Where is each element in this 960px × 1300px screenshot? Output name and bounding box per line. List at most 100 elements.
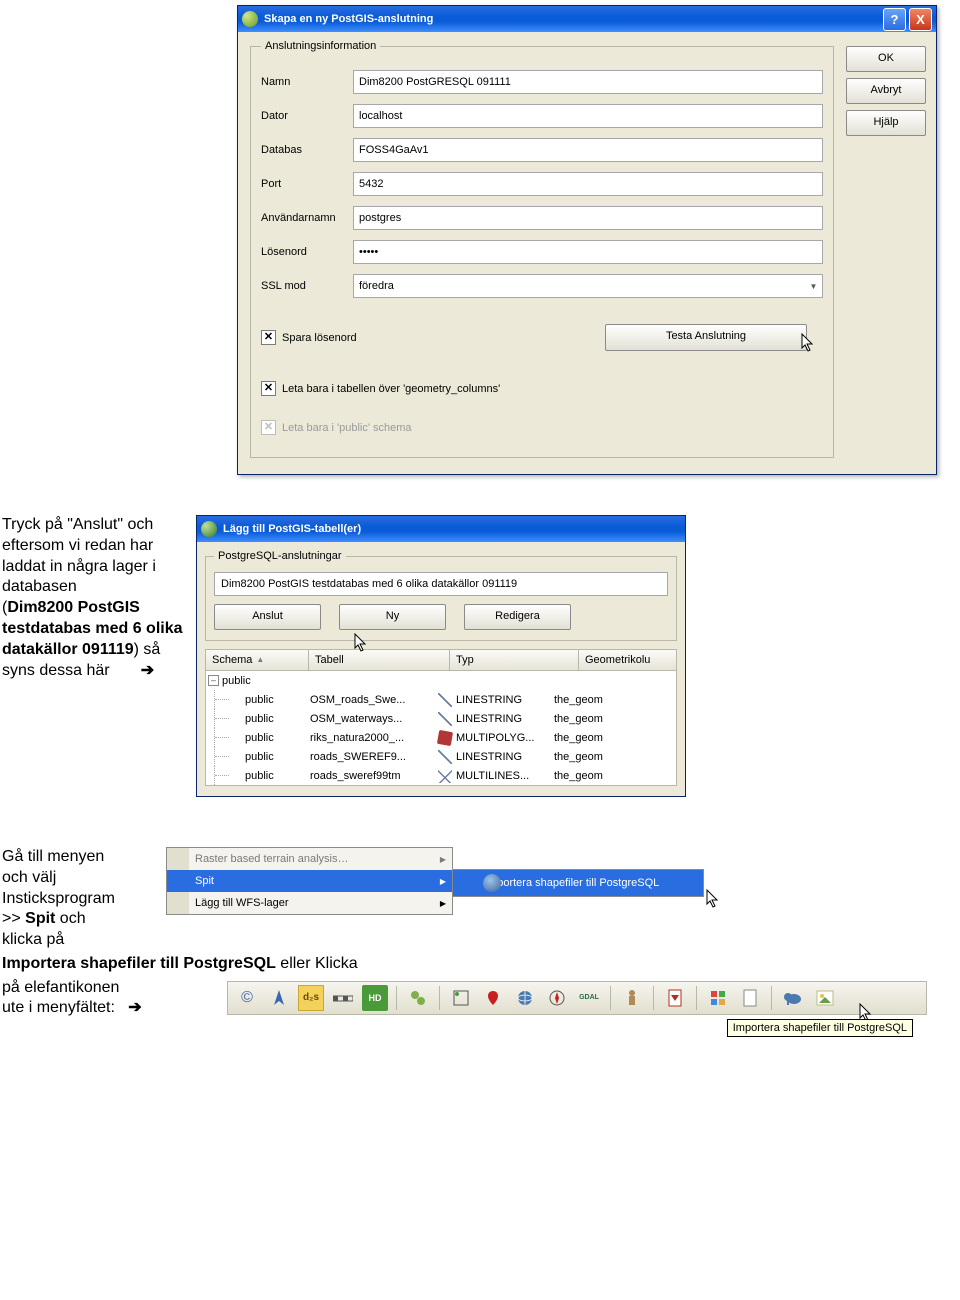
geometry-columns-label: Leta bara i tabellen över 'geometry_colu… [282, 383, 500, 395]
info-icon[interactable] [448, 985, 474, 1011]
dialog-buttons: OK Avbryt Hjälp [846, 40, 926, 458]
elephant-icon [483, 874, 501, 892]
connection-select[interactable]: Dim8200 PostGIS testdatabas med 6 olika … [214, 572, 668, 596]
d2s-icon[interactable]: d₂s [298, 985, 324, 1011]
chevron-down-icon: ▼ [805, 275, 822, 297]
table-row[interactable]: public riks_natura2000_... MULTIPOLYG...… [206, 728, 676, 747]
table-row[interactable]: public OSM_roads_Swe... LINESTRING the_g… [206, 690, 676, 709]
label-port: Port [261, 178, 353, 190]
label-ssl: SSL mod [261, 280, 353, 292]
titlebar[interactable]: Lägg till PostGIS-tabell(er) [197, 516, 685, 542]
submenu-arrow-icon: ▶ [440, 855, 446, 864]
public-schema-label: Leta bara i 'public' schema [282, 422, 412, 434]
cursor-icon [801, 333, 817, 355]
ssl-mode-select[interactable]: föredra ▼ [353, 274, 823, 298]
qgis-toolbar: © d₂s HD GDAL [227, 981, 927, 1015]
host-input[interactable] [353, 104, 823, 128]
port-input[interactable] [353, 172, 823, 196]
spit-submenu: Importera shapefiler till PostgreSQL [452, 869, 704, 897]
qgis-icon [201, 521, 217, 537]
instruction-text-2: Gå till menyen och välj Insticksprogram … [0, 847, 166, 951]
col-schema[interactable]: Schema▲ [206, 650, 309, 671]
col-tabell[interactable]: Tabell [309, 650, 450, 671]
instruction-text-3b: på elefantikonen ute i menyfältet: ➔ [2, 979, 227, 1017]
image-icon[interactable] [812, 985, 838, 1011]
copyright-icon[interactable]: © [234, 985, 260, 1011]
ok-button[interactable]: OK [846, 46, 926, 72]
label-host: Dator [261, 110, 353, 122]
plugins-menu: Raster based terrain analysis…▶ Spit▶ Lä… [166, 847, 453, 915]
edit-button[interactable]: Redigera [464, 604, 571, 630]
connect-button[interactable]: Anslut [214, 604, 321, 630]
save-password-checkbox[interactable]: ✕ [261, 330, 276, 345]
help-icon[interactable]: ? [883, 8, 906, 31]
help-button[interactable]: Hjälp [846, 110, 926, 136]
file-icon[interactable] [737, 985, 763, 1011]
plugin-icon[interactable] [405, 985, 431, 1011]
qgis-icon [242, 11, 258, 27]
connection-info-fieldset: Anslutningsinformation Namn Dator Databa… [250, 40, 834, 458]
label-user: Användarnamn [261, 212, 353, 224]
save-password-label: Spara lösenord [282, 332, 357, 344]
linestring-icon [438, 750, 452, 764]
table-row[interactable]: public roads_sweref99tm MULTILINES... th… [206, 766, 676, 785]
new-button[interactable]: Ny [339, 604, 446, 630]
hd-icon[interactable]: HD [362, 985, 388, 1011]
arrow-right-icon: ➔ [128, 999, 141, 1016]
cancel-button[interactable]: Avbryt [846, 78, 926, 104]
multiline-icon [438, 769, 452, 783]
north-arrow-icon[interactable] [266, 985, 292, 1011]
pin-icon[interactable] [480, 985, 506, 1011]
instruction-text-1: Tryck på "Anslut" och eftersom vi redan … [0, 515, 196, 797]
submenu-arrow-icon: ▶ [440, 877, 446, 886]
globe-icon[interactable] [512, 985, 538, 1011]
titlebar[interactable]: Skapa en ny PostGIS-anslutning ? X [238, 6, 936, 32]
postgis-connection-dialog: Skapa en ny PostGIS-anslutning ? X Anslu… [237, 5, 937, 475]
menu-item-raster[interactable]: Raster based terrain analysis…▶ [167, 848, 452, 870]
add-postgis-tables-dialog: Lägg till PostGIS-tabell(er) PostgreSQL-… [196, 515, 686, 797]
password-input[interactable] [353, 240, 823, 264]
fieldset-legend: PostgreSQL-anslutningar [214, 550, 346, 562]
col-typ[interactable]: Typ [450, 650, 579, 671]
linestring-icon [438, 693, 452, 707]
toolbar-tooltip: Importera shapefiler till PostgreSQL [727, 1019, 913, 1037]
menu-item-import-shp[interactable]: Importera shapefiler till PostgreSQL [453, 870, 703, 896]
tree-root[interactable]: –public [206, 671, 676, 690]
grid-icon[interactable] [705, 985, 731, 1011]
close-icon[interactable]: X [909, 8, 932, 31]
cursor-icon [706, 889, 722, 911]
table-header: Schema▲ Tabell Typ Geometrikolu [205, 649, 677, 671]
col-geom[interactable]: Geometrikolu [579, 650, 677, 671]
test-connection-button[interactable]: Testa Anslutning [605, 324, 807, 351]
cursor-icon [354, 633, 370, 655]
label-pass: Lösenord [261, 246, 353, 258]
label-name: Namn [261, 76, 353, 88]
linestring-icon [438, 712, 452, 726]
table-row[interactable]: public OSM_waterways... LINESTRING the_g… [206, 709, 676, 728]
database-input[interactable] [353, 138, 823, 162]
man-icon[interactable] [619, 985, 645, 1011]
label-db: Databas [261, 144, 353, 156]
menu-screenshot: Raster based terrain analysis…▶ Spit▶ Lä… [166, 847, 936, 915]
elephant-icon[interactable] [780, 985, 806, 1011]
dialog-title: Lägg till PostGIS-tabell(er) [223, 523, 681, 535]
arrow-right-icon: ➔ [141, 662, 154, 679]
user-input[interactable] [353, 206, 823, 230]
table-body: –public public OSM_roads_Swe... LINESTRI… [205, 671, 677, 786]
menu-item-wfs[interactable]: Lägg till WFS-lager▶ [167, 892, 452, 914]
scalebar-icon[interactable] [330, 985, 356, 1011]
menu-item-spit[interactable]: Spit▶ [167, 870, 452, 892]
name-input[interactable] [353, 70, 823, 94]
instruction-text-3a: Importera shapefiler till PostgreSQL ell… [2, 955, 960, 973]
table-row[interactable]: public roads_SWEREF9... LINESTRING the_g… [206, 747, 676, 766]
connections-fieldset: PostgreSQL-anslutningar Dim8200 PostGIS … [205, 550, 677, 641]
public-schema-checkbox: ✕ [261, 420, 276, 435]
dialog-title: Skapa en ny PostGIS-anslutning [264, 13, 880, 25]
gdal-icon[interactable]: GDAL [576, 985, 602, 1011]
tree-collapse-icon[interactable]: – [208, 675, 219, 686]
pdf-icon[interactable] [662, 985, 688, 1011]
compass-icon[interactable] [544, 985, 570, 1011]
geometry-columns-checkbox[interactable]: ✕ [261, 381, 276, 396]
fieldset-legend: Anslutningsinformation [261, 40, 380, 52]
polygon-icon [437, 729, 453, 745]
